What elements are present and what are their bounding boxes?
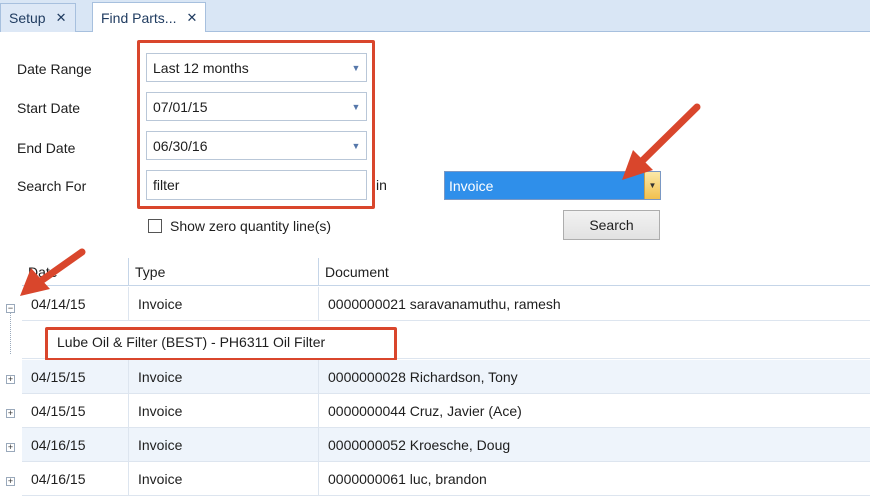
search-in-select[interactable]: Invoice ▼ [444, 171, 661, 200]
row-type: Invoice [128, 394, 318, 428]
annotation-arrow-icon [622, 103, 701, 180]
table-row[interactable]: 04/15/15 Invoice 0000000028 Richardson, … [22, 360, 870, 394]
row-date: 04/15/15 [31, 403, 86, 419]
show-zero-quantity-label: Show zero quantity line(s) [170, 218, 332, 234]
tab-strip: Setup ✕ Find Parts... ✕ [0, 0, 870, 32]
expand-icon[interactable]: + [6, 409, 15, 418]
close-icon[interactable]: ✕ [56, 10, 67, 26]
search-in-value: Invoice [449, 178, 494, 194]
annotation-box-detail [45, 327, 397, 361]
row-document: 0000000061 luc, brandon [318, 462, 870, 496]
expand-icon[interactable]: + [6, 375, 15, 384]
table-row[interactable]: 04/16/15 Invoice 0000000052 Kroesche, Do… [22, 428, 870, 462]
close-icon[interactable]: ✕ [186, 10, 197, 26]
row-document: 0000000044 Cruz, Javier (Ace) [318, 394, 870, 428]
search-button[interactable]: Search [563, 210, 660, 240]
column-header-date[interactable]: Date [22, 258, 128, 286]
row-document: 0000000021 saravanamuthu, ramesh [318, 287, 870, 321]
column-header-type[interactable]: Type [128, 258, 318, 286]
chevron-down-icon[interactable]: ▼ [644, 172, 660, 199]
row-type: Invoice [128, 462, 318, 496]
row-document: 0000000028 Richardson, Tony [318, 360, 870, 394]
row-date: 04/14/15 [31, 296, 86, 312]
column-header-document[interactable]: Document [318, 258, 870, 286]
tab-setup[interactable]: Setup ✕ [0, 3, 76, 32]
show-zero-quantity-checkbox[interactable] [148, 219, 162, 233]
row-date: 04/16/15 [31, 437, 86, 453]
results-grid: Date Type Document − 04/14/15 Invoice 00… [0, 258, 870, 496]
table-row[interactable]: 04/14/15 Invoice 0000000021 saravanamuth… [22, 287, 870, 321]
expand-icon[interactable]: + [6, 443, 15, 452]
row-type: Invoice [128, 360, 318, 394]
start-date-label: Start Date [17, 100, 81, 116]
end-date-label: End Date [17, 140, 76, 156]
tab-find-parts-label: Find Parts... [101, 9, 177, 26]
date-range-label: Date Range [17, 61, 92, 77]
row-date: 04/16/15 [31, 471, 86, 487]
tab-find-parts[interactable]: Find Parts... ✕ [92, 2, 207, 32]
table-row[interactable]: 04/16/15 Invoice 0000000061 luc, brandon [22, 462, 870, 496]
row-document: 0000000052 Kroesche, Doug [318, 428, 870, 462]
search-for-label: Search For [17, 178, 87, 194]
table-row[interactable]: 04/15/15 Invoice 0000000044 Cruz, Javier… [22, 394, 870, 428]
grid-header: Date Type Document [22, 258, 870, 286]
annotation-box-filters [137, 40, 375, 209]
in-label: in [376, 177, 387, 193]
row-type: Invoice [128, 428, 318, 462]
row-date: 04/15/15 [31, 369, 86, 385]
tab-setup-label: Setup [9, 10, 46, 26]
row-type: Invoice [128, 287, 318, 321]
show-zero-quantity-option[interactable]: Show zero quantity line(s) [148, 218, 331, 234]
expand-icon[interactable]: + [6, 477, 15, 486]
collapse-icon[interactable]: − [6, 304, 15, 313]
tree-connector [10, 312, 11, 354]
